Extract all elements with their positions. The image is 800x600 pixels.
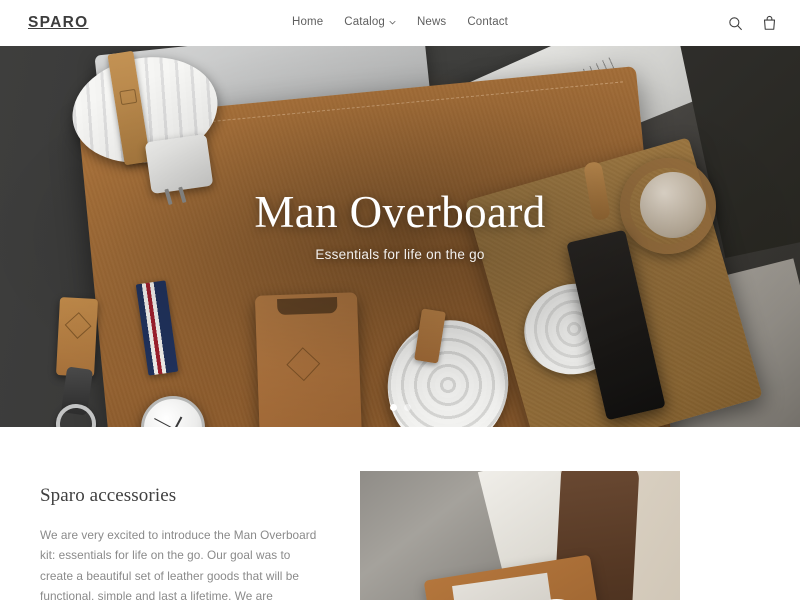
hero-content: Man Overboard Essentials for life on the… (0, 46, 800, 427)
nav-item-contact[interactable]: Contact (467, 17, 508, 29)
nav-item-catalog-label: Catalog (344, 16, 385, 29)
main-navigation: Home Catalog News Contact (0, 0, 800, 46)
about-media-column (360, 471, 680, 600)
nav-item-home[interactable]: Home (292, 17, 323, 29)
nav-item-news-label: News (416, 16, 447, 29)
nav-item-home-label: Home (291, 16, 324, 29)
about-section-inner: Sparo accessories We are very excited to… (40, 471, 760, 600)
about-text-column: Sparo accessories We are very excited to… (40, 471, 318, 600)
hero-subtitle: Essentials for life on the go (315, 247, 485, 263)
search-icon[interactable] (727, 15, 744, 32)
nav-item-contact-label: Contact (467, 16, 509, 29)
shopping-bag-icon[interactable] (761, 15, 778, 32)
hero-carousel[interactable]: Man Overboard Essentials for life on the… (0, 46, 800, 427)
header-actions (727, 0, 778, 46)
site-header: SPARO Home Catalog News Contact (0, 0, 800, 46)
carousel-dot-1[interactable] (389, 404, 397, 411)
nav-item-catalog[interactable]: Catalog (344, 17, 396, 29)
hero-title: Man Overboard (254, 186, 546, 237)
carousel-dots (0, 404, 800, 411)
section-title: Sparo accessories (40, 485, 177, 506)
about-photo (360, 471, 680, 600)
carousel-dot-2[interactable] (403, 404, 411, 411)
section-body-text: We are very excited to introduce the Man… (40, 528, 317, 600)
chevron-down-icon (389, 19, 396, 26)
nav-item-news[interactable]: News (417, 17, 446, 29)
about-section: Sparo accessories We are very excited to… (0, 427, 800, 600)
